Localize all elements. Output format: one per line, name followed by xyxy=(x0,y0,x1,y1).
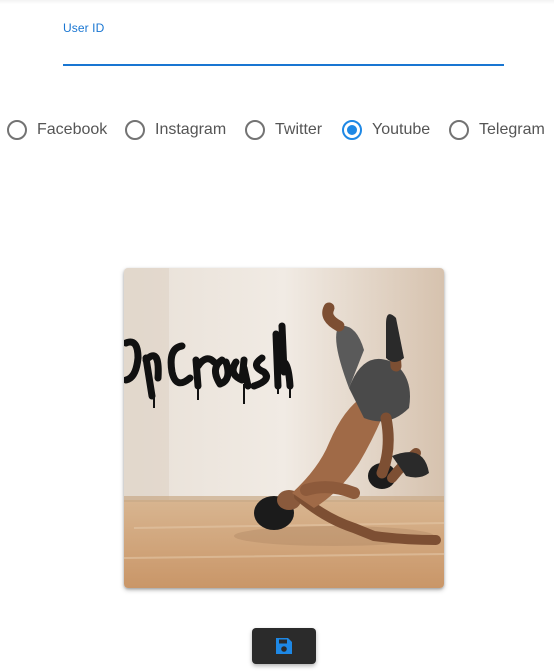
radio-facebook[interactable]: Facebook xyxy=(7,116,107,144)
radio-circle-icon[interactable] xyxy=(7,120,27,140)
user-id-field[interactable]: User ID xyxy=(63,14,504,66)
radio-label-instagram: Instagram xyxy=(155,121,227,138)
profile-photo xyxy=(124,268,444,588)
top-bar-shadow xyxy=(0,0,554,4)
radio-label-telegram: Telegram xyxy=(479,121,545,138)
radio-label-youtube: Youtube xyxy=(372,121,431,138)
radio-telegram[interactable]: Telegram xyxy=(449,116,545,144)
user-id-input[interactable] xyxy=(63,38,504,64)
radio-instagram[interactable]: Instagram xyxy=(125,116,226,144)
radio-label-twitter: Twitter xyxy=(275,121,323,138)
radio-circle-icon[interactable] xyxy=(125,120,145,140)
user-id-underline xyxy=(63,64,504,66)
radio-circle-icon[interactable] xyxy=(245,120,265,140)
radio-youtube[interactable]: Youtube xyxy=(342,116,430,144)
breakdancer-photo xyxy=(124,268,444,588)
platform-radio-group: Facebook Instagram Twitter Youtube Teleg… xyxy=(0,116,554,144)
radio-circle-icon[interactable] xyxy=(342,120,362,140)
floppy-disk-icon xyxy=(276,638,292,654)
radio-label-facebook: Facebook xyxy=(37,121,108,138)
save-button[interactable] xyxy=(252,628,316,664)
radio-circle-icon[interactable] xyxy=(449,120,469,140)
radio-twitter[interactable]: Twitter xyxy=(245,116,322,144)
user-id-label: User ID xyxy=(63,21,105,35)
